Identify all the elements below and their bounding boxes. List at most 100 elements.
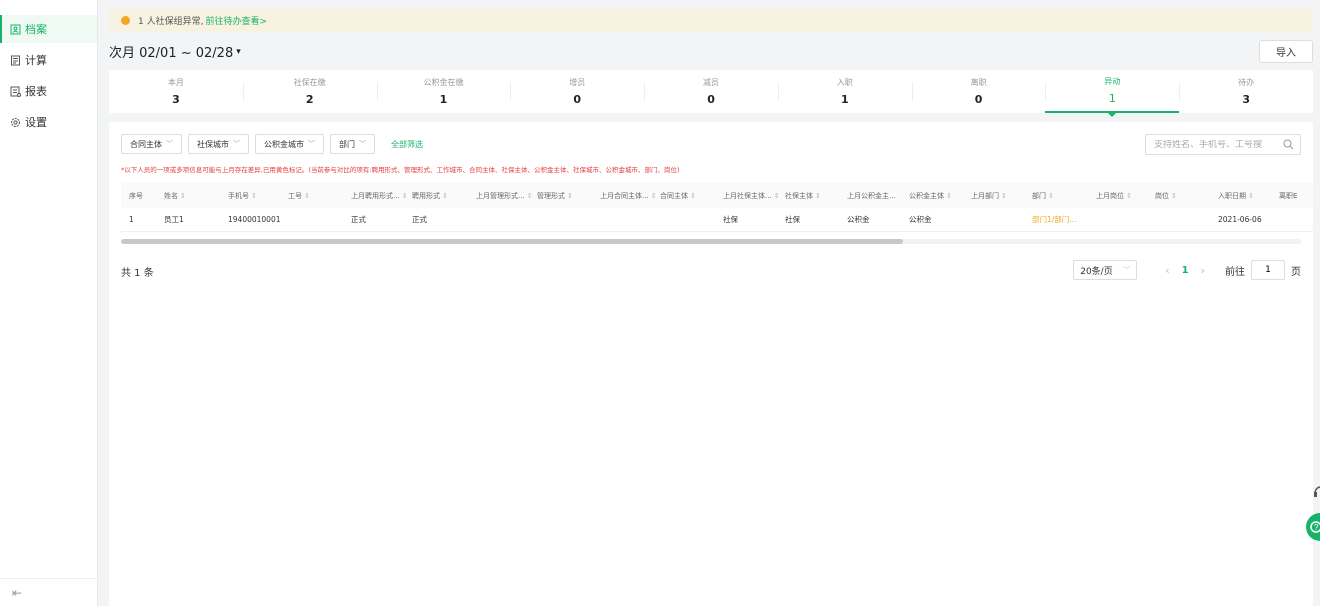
column-header[interactable]: 工号 ⇕	[288, 191, 310, 201]
column-header-label: 离职E	[1279, 191, 1298, 200]
collapse-sidebar-button[interactable]: ⇤	[0, 578, 98, 606]
filter-social-city[interactable]: 社保城市 ﹀	[188, 134, 249, 154]
sort-icon[interactable]: ⇕	[1001, 192, 1007, 200]
column-header-label: 工号	[288, 191, 302, 200]
filter-label: 合同主体	[130, 139, 162, 149]
column-header[interactable]: 上月合同主体... ⇕	[600, 191, 657, 201]
alert-banner: 1 人社保组异常, 前往待办查看>	[109, 8, 1313, 32]
column-header[interactable]: 上月管理形式... ⇕	[476, 191, 533, 201]
stat-tab-added[interactable]: 增员 0	[510, 70, 644, 113]
sort-icon[interactable]: ⇕	[815, 192, 821, 200]
sort-icon[interactable]: ⇕	[690, 192, 696, 200]
sort-icon[interactable]: ⇕	[402, 192, 408, 200]
stat-tab-social-insurance[interactable]: 社保在缴 2	[242, 70, 377, 113]
sort-icon[interactable]: ⇕	[946, 192, 952, 200]
sidebar-item-label: 计算	[25, 54, 47, 67]
column-header-label: 管理形式	[537, 191, 565, 200]
column-header[interactable]: 部门 ⇕	[1032, 191, 1054, 201]
column-header-label: 手机号	[228, 191, 249, 200]
sort-icon[interactable]: ⇕	[527, 192, 533, 200]
stat-value: 1	[1108, 92, 1116, 105]
search-box[interactable]	[1145, 134, 1301, 155]
filter-fund-city[interactable]: 公积金城市 ﹀	[255, 134, 324, 154]
sort-icon[interactable]: ⇕	[567, 192, 573, 200]
sidebar: 档案 计算 报表 设置 ⇤	[0, 0, 98, 606]
sidebar-item-report[interactable]: 报表	[0, 77, 97, 105]
horizontal-scrollbar[interactable]	[121, 239, 903, 244]
column-header[interactable]: 合同主体 ⇕	[660, 191, 696, 201]
column-header[interactable]: 岗位 ⇕	[1155, 191, 1177, 201]
sidebar-item-settings[interactable]: 设置	[0, 108, 97, 136]
stat-tab-onboard[interactable]: 入职 1	[777, 70, 912, 113]
period-selector[interactable]: 次月 02/01 ~ 02/28 ▾	[109, 42, 241, 61]
table-header: 序号 姓名 ⇕ 手机号 ⇕ 工号 ⇕ 上月聘用形式... ⇕ 聘用形式 ⇕ 上月管理形式... ⇕ 管理形…	[121, 183, 1313, 208]
sort-icon[interactable]: ⇕	[1248, 192, 1254, 200]
svg-text:?: ?	[1314, 523, 1319, 532]
filter-contract-entity[interactable]: 合同主体 ﹀	[121, 134, 182, 154]
column-header[interactable]: 上月社保主体... ⇕	[723, 191, 780, 201]
column-header[interactable]: 手机号 ⇕	[228, 191, 257, 201]
stat-tab-change[interactable]: 异动 1	[1045, 70, 1180, 117]
pagination: 20条/页 ﹀ ‹ 1 › 前往 页	[1073, 260, 1301, 280]
table-cell: 部门1/部门...	[1032, 215, 1077, 224]
sidebar-item-calculate[interactable]: 计算	[0, 46, 97, 74]
stat-value: 0	[974, 93, 983, 106]
stat-tab-month[interactable]: 本月 3	[109, 70, 243, 113]
column-header-label: 岗位	[1155, 191, 1169, 200]
sort-icon[interactable]: ⇕	[180, 192, 186, 200]
sort-icon[interactable]: ⇕	[1126, 192, 1132, 200]
search-icon[interactable]	[1283, 139, 1294, 153]
page-size-select[interactable]: 20条/页 ﹀	[1073, 260, 1138, 280]
table-row[interactable]: 1 员工1 19400010001 正式 正式 社保 社保 公积金 公积金 部门1/部门... 20…	[121, 208, 1313, 232]
page-suffix: 页	[1291, 266, 1301, 278]
column-header[interactable]: 入职日期 ⇕	[1218, 191, 1254, 201]
page-size-label: 20条/页	[1080, 266, 1113, 277]
goto-label: 前往	[1225, 266, 1245, 278]
sort-icon[interactable]: ⇕	[304, 192, 310, 200]
stat-tab-housing-fund[interactable]: 公积金在缴 1	[376, 70, 511, 113]
filter-label: 社保城市	[197, 139, 229, 149]
column-header[interactable]: 上月岗位 ⇕	[1096, 191, 1132, 201]
data-panel: 合同主体 ﹀ 社保城市 ﹀ 公积金城市 ﹀ 部门 ﹀ 全部筛选 *以下人员的一项或多项信…	[109, 122, 1313, 606]
sort-icon[interactable]: ⇕	[251, 192, 257, 200]
filter-department[interactable]: 部门 ﹀	[330, 134, 375, 154]
table-cell: 正式	[412, 215, 427, 224]
column-header-label: 上月岗位	[1096, 191, 1124, 200]
import-button[interactable]: 导入	[1259, 40, 1313, 63]
current-page[interactable]: 1	[1182, 265, 1189, 276]
alert-text: 1 人社保组异常,	[138, 16, 204, 27]
help-button[interactable]: ?	[1302, 512, 1320, 541]
table-cell: 社保	[723, 215, 738, 224]
goto-page-input[interactable]	[1251, 260, 1285, 280]
search-input[interactable]	[1154, 139, 1282, 150]
column-header[interactable]: 聘用形式 ⇕	[412, 191, 448, 201]
column-header[interactable]: 社保主体 ⇕	[785, 191, 821, 201]
column-header[interactable]: 姓名 ⇕	[164, 191, 186, 201]
stat-value: 0	[707, 93, 715, 106]
stat-tab-todo[interactable]: 待办 3	[1179, 70, 1313, 113]
stat-tab-reduced[interactable]: 减员 0	[644, 70, 778, 113]
sidebar-item-label: 报表	[25, 85, 47, 98]
column-header[interactable]: 上月部门 ⇕	[971, 191, 1007, 201]
column-header[interactable]: 管理形式 ⇕	[537, 191, 573, 201]
column-header[interactable]: 公积金主体 ⇕	[909, 191, 952, 201]
stat-tab-resign[interactable]: 离职 0	[911, 70, 1046, 113]
sort-icon[interactable]: ⇕	[651, 192, 657, 200]
prev-page-button[interactable]: ‹	[1165, 264, 1169, 277]
next-page-button[interactable]: ›	[1201, 264, 1205, 277]
filter-bar: 合同主体 ﹀ 社保城市 ﹀ 公积金城市 ﹀ 部门 ﹀ 全部筛选	[121, 134, 423, 154]
stat-value: 1	[840, 93, 849, 106]
headset-support-button[interactable]	[1302, 478, 1320, 506]
sidebar-item-archive[interactable]: 档案	[0, 15, 97, 43]
period-label: 次月 02/01 ~ 02/28	[109, 46, 234, 61]
alert-link[interactable]: 前往待办查看>	[205, 14, 267, 27]
stat-label: 本月	[167, 78, 184, 87]
sort-icon[interactable]: ⇕	[774, 192, 780, 200]
sort-icon[interactable]: ⇕	[1171, 192, 1177, 200]
column-header[interactable]: 上月聘用形式... ⇕	[351, 191, 408, 201]
all-filters-link[interactable]: 全部筛选	[391, 139, 423, 150]
sort-icon[interactable]: ⇕	[442, 192, 448, 200]
sort-icon[interactable]: ⇕	[1048, 192, 1054, 200]
stat-label: 社保在缴	[293, 78, 326, 87]
archive-icon	[10, 24, 21, 35]
